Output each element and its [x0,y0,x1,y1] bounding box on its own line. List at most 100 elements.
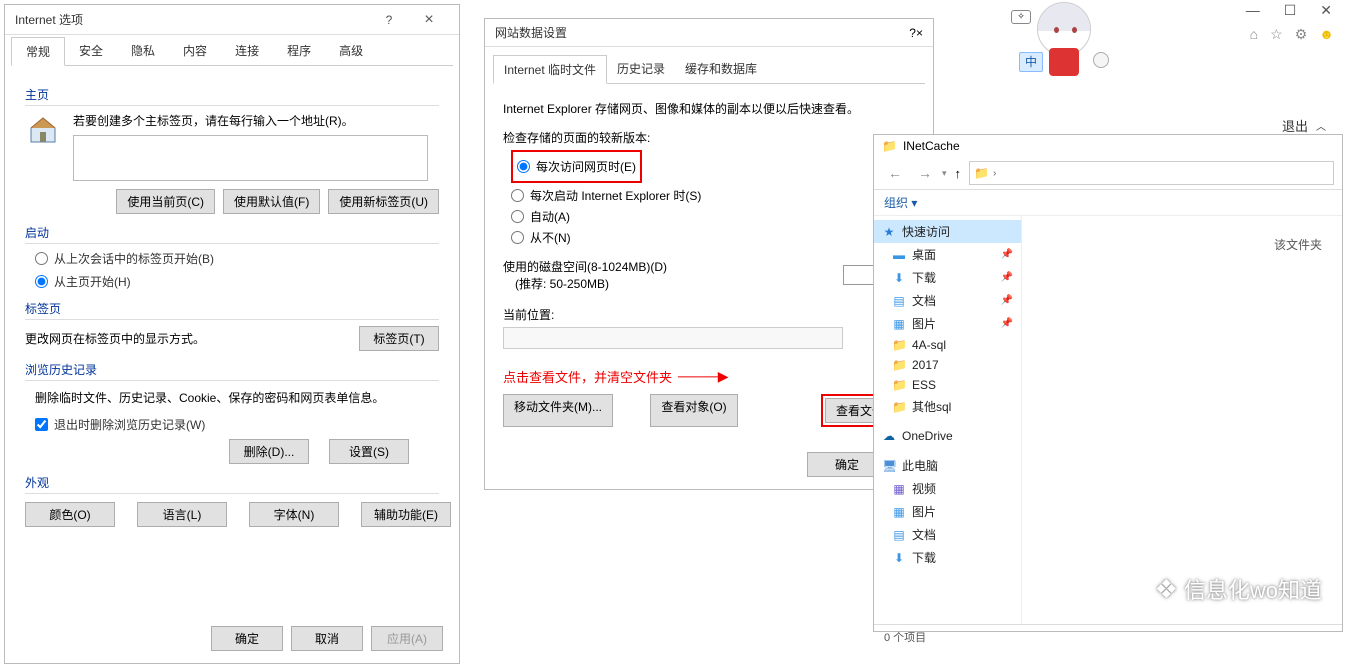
apply-button[interactable]: 应用(A) [371,626,443,651]
close-icon[interactable]: × [409,11,449,29]
sidebar-item-desktop[interactable]: ▬桌面📌 [874,243,1021,266]
ok-button[interactable]: 确定 [211,626,283,651]
help-button[interactable]: ? [909,26,916,40]
opt-auto-radio[interactable]: 自动(A) [511,208,915,225]
temp-files-desc: Internet Explorer 存储网页、图像和媒体的副本以便以后快速查看。 [503,100,915,117]
languages-button[interactable]: 语言(L) [137,502,227,527]
delete-on-exit-checkbox[interactable]: 退出时删除浏览历史记录(W) [35,416,439,433]
delete-button[interactable]: 删除(D)... [229,439,309,464]
pin-icon: 📌 [1001,249,1013,260]
nav-pane: ★快速访问 ▬桌面📌 ⬇下载📌 ▤文档📌 ▦图片📌 📁4A-sql 📁2017 … [874,216,1022,624]
file-explorer-window: 📁 INetCache ← → ▾ ↑ 📁 › 组织 ▾ ★快速访问 ▬桌面📌 … [873,134,1343,632]
help-button[interactable]: ? [369,13,409,27]
maximize-icon[interactable]: ☐ [1284,2,1297,19]
cancel-button[interactable]: 取消 [291,626,363,651]
startup-home-radio[interactable]: 从主页开始(H) [35,273,439,290]
tab-general[interactable]: 常规 [11,37,65,66]
up-button[interactable]: ↑ [951,164,966,183]
tab-programs[interactable]: 程序 [273,37,325,65]
forward-button[interactable]: → [912,163,938,183]
folder-icon: 📁 [892,400,906,414]
use-default-button[interactable]: 使用默认值(F) [223,189,320,214]
gear-icon[interactable]: ⚙ [1295,26,1308,43]
video-icon: ▦ [892,482,906,496]
tab-content[interactable]: 内容 [169,37,221,65]
tab-history[interactable]: 历史记录 [607,55,675,83]
sidebar-item-pictures[interactable]: ▦图片📌 [874,312,1021,335]
breadcrumb[interactable]: 📁 › [969,161,1334,185]
titlebar: Internet 选项 ? × [5,5,459,35]
download-icon: ⬇ [892,551,906,565]
document-icon: ▤ [892,528,906,542]
sidebar-item-folder[interactable]: 📁2017 [874,355,1021,375]
tabs-button[interactable]: 标签页(T) [359,326,439,351]
ime-indicator[interactable]: 中 [1019,52,1043,72]
section-history: 浏览历史记录 [25,361,439,381]
mascot-character: ✧ 中 [1015,2,1115,82]
fonts-button[interactable]: 字体(N) [249,502,339,527]
highlight-box: 每次访问网页时(E) [511,150,642,183]
tab-privacy[interactable]: 隐私 [117,37,169,65]
sidebar-item-downloads[interactable]: ⬇下载 [874,546,1021,569]
section-appearance: 外观 [25,474,439,494]
home-icon[interactable]: ⌂ [1250,26,1258,43]
sidebar-item-folder[interactable]: 📁4A-sql [874,335,1021,355]
history-dropdown-icon[interactable]: ▾ [942,168,947,179]
sidebar-item-documents[interactable]: ▤文档 [874,523,1021,546]
window-title: INetCache [903,139,960,153]
sidebar-item-onedrive[interactable]: ☁OneDrive [874,426,1021,446]
opt-every-start-radio[interactable]: 每次启动 Internet Explorer 时(S) [511,187,915,204]
organize-menu[interactable]: 组织 ▾ [884,196,917,210]
sidebar-item-documents[interactable]: ▤文档📌 [874,289,1021,312]
tab-security[interactable]: 安全 [65,37,117,65]
tab-strip: 常规 安全 隐私 内容 连接 程序 高级 [11,37,453,66]
chevron-right-icon[interactable]: › [993,168,996,179]
tab-cache-db[interactable]: 缓存和数据库 [675,55,767,83]
sidebar-item-quick-access[interactable]: ★快速访问 [874,220,1021,243]
home-url-input[interactable] [73,135,428,181]
colors-button[interactable]: 颜色(O) [25,502,115,527]
use-newtab-button[interactable]: 使用新标签页(U) [328,189,439,214]
close-icon[interactable]: ✕ [1320,2,1332,19]
star-icon[interactable]: ☆ [1270,26,1283,43]
tab-temp-files[interactable]: Internet 临时文件 [493,55,607,84]
command-bar: 组织 ▾ [874,190,1342,216]
folder-icon: 📁 [974,166,989,180]
startup-last-session-radio[interactable]: 从上次会话中的标签页开始(B) [35,250,439,267]
smiley-icon[interactable]: ☻ [1319,26,1334,43]
back-button[interactable]: ← [882,163,908,183]
section-startup: 启动 [25,224,439,244]
minimize-icon[interactable]: — [1246,2,1260,19]
pictures-icon: ▦ [892,505,906,519]
pin-icon: 📌 [1001,272,1013,283]
sidebar-item-videos[interactable]: ▦视频 [874,477,1021,500]
sidebar-item-downloads[interactable]: ⬇下载📌 [874,266,1021,289]
settings-button[interactable]: 设置(S) [329,439,409,464]
tab-advanced[interactable]: 高级 [325,37,377,65]
status-bar: 0 个项目 [874,624,1342,649]
sidebar-item-thispc[interactable]: 🖥此电脑 [874,454,1021,477]
home-icon [25,112,61,148]
section-home: 主页 [25,86,439,106]
window-title: 网站数据设置 [495,24,909,41]
sidebar-item-pictures[interactable]: ▦图片 [874,500,1021,523]
use-current-button[interactable]: 使用当前页(C) [116,189,215,214]
close-icon[interactable]: × [916,26,923,40]
move-folder-button[interactable]: 移动文件夹(M)... [503,394,613,427]
tab-connections[interactable]: 连接 [221,37,273,65]
instruction-text: 点击查看文件，并清空文件夹 ────▶ [503,367,915,386]
exit-button[interactable]: 退出 ︿ [1282,116,1326,135]
document-icon: ▤ [892,294,906,308]
opt-every-visit-radio[interactable]: 每次访问网页时(E) [517,158,636,175]
view-objects-button[interactable]: 查看对象(O) [650,394,737,427]
window-controls: — ☐ ✕ [1246,2,1332,19]
sidebar-item-folder[interactable]: 📁ESS [874,375,1021,395]
pin-icon: 📌 [1001,318,1013,329]
accessibility-button[interactable]: 辅助功能(E) [361,502,451,527]
folder-icon: 📁 [882,139,897,153]
titlebar: 📁 INetCache [874,135,1342,157]
sidebar-item-folder[interactable]: 📁其他sql [874,395,1021,418]
desktop-icon: ▬ [892,248,906,262]
opt-never-radio[interactable]: 从不(N) [511,229,915,246]
internet-options-window: Internet 选项 ? × 常规 安全 隐私 内容 连接 程序 高级 主页 … [4,4,460,664]
